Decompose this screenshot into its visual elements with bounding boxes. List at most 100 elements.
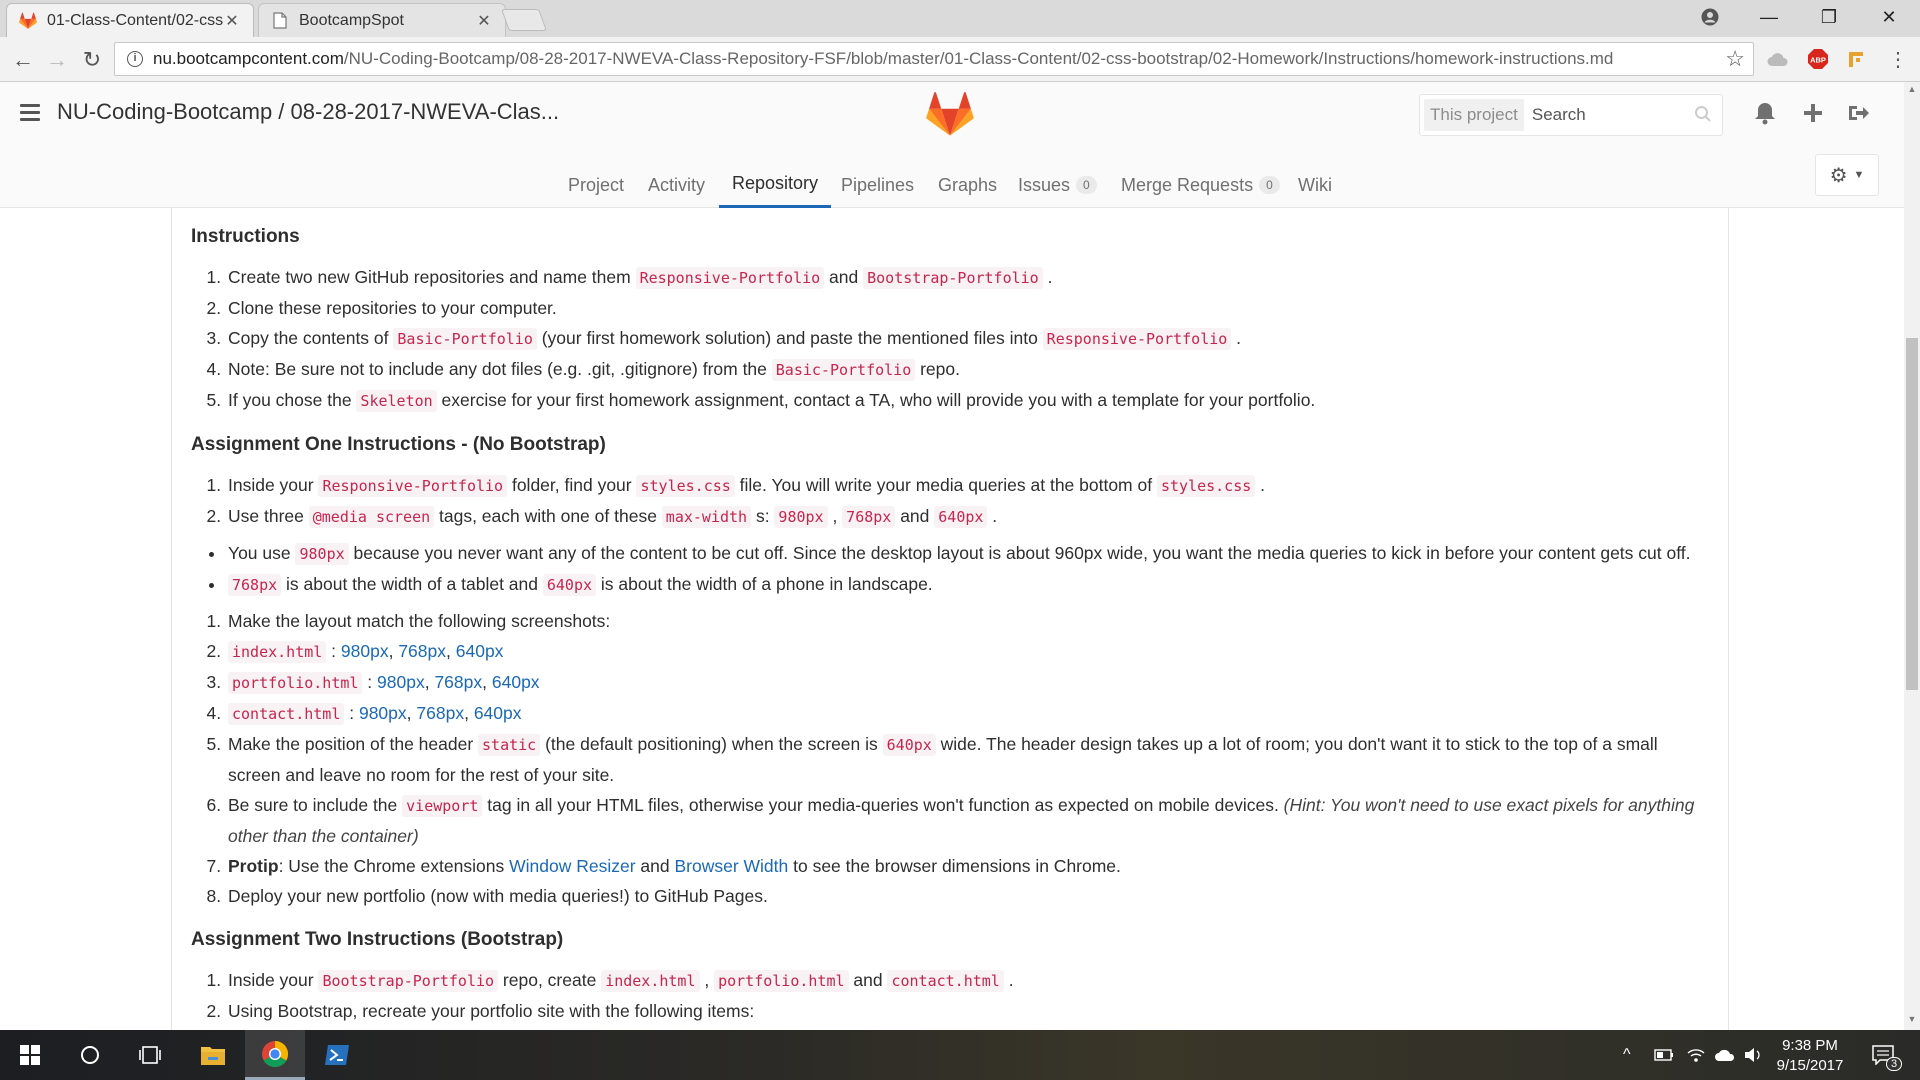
task-view-icon[interactable] (120, 1030, 180, 1080)
adblock-plus-icon[interactable]: ABP (1806, 47, 1830, 71)
link-window-resizer[interactable]: Window Resizer (509, 856, 635, 876)
nav-activity[interactable]: Activity (648, 162, 705, 208)
link-980px[interactable]: 980px (341, 641, 389, 661)
nav-merge-requests[interactable]: Merge Requests 0 (1121, 162, 1280, 208)
sign-out-icon[interactable] (1846, 100, 1872, 126)
taskbar-clock[interactable]: 9:38 PM 9/15/2017 (1760, 1036, 1860, 1076)
inline-code: static (478, 734, 541, 756)
nav-issues[interactable]: Issues 0 (1018, 162, 1097, 208)
page-icon (271, 12, 289, 30)
site-info-icon[interactable]: i (127, 51, 143, 67)
reload-icon[interactable]: ↻ (77, 45, 107, 75)
link-640px[interactable]: 640px (474, 703, 522, 723)
close-tab-icon[interactable]: ✕ (475, 11, 493, 31)
nav-wiki[interactable]: Wiki (1298, 162, 1332, 208)
link-640px[interactable]: 640px (456, 641, 504, 661)
browser-tab-bootcampspot[interactable]: BootcampSpot ✕ (258, 3, 506, 37)
show-hidden-icons-chevron-icon[interactable]: ^ (1623, 1030, 1631, 1080)
action-center-icon[interactable]: 3 (1872, 1030, 1903, 1080)
restore-window-button[interactable]: ❐ (1800, 0, 1858, 34)
gitlab-logo-icon[interactable] (926, 92, 974, 142)
nav-project[interactable]: Project (568, 162, 624, 208)
onedrive-cloud-icon[interactable] (1714, 1030, 1736, 1080)
list-item: Inside your Responsive-Portfolio folder,… (226, 470, 1711, 501)
windows-start-icon[interactable] (0, 1030, 60, 1080)
nav-issues-label: Issues (1018, 174, 1071, 195)
list-item: Protip: Use the Chrome extensions Window… (226, 851, 1711, 881)
instructions-list: Create two new GitHub repositories and n… (191, 262, 1711, 416)
chrome-menu-icon[interactable]: ⋮ (1886, 47, 1910, 71)
cortana-search-icon[interactable] (60, 1030, 120, 1080)
gear-icon: ⚙ (1829, 164, 1848, 187)
bookmark-extension-icon[interactable] (1844, 47, 1868, 71)
list-item: Use three @media screen tags, each with … (226, 501, 1711, 532)
inline-code: max-width (661, 506, 752, 528)
bookmark-star-icon[interactable]: ☆ (1725, 46, 1745, 72)
browser-tab-gitlab[interactable]: 01-Class-Content/02-css ✕ (6, 3, 254, 37)
profile-icon[interactable] (1681, 0, 1739, 34)
inline-code: 980px (295, 543, 349, 565)
link-768px[interactable]: 768px (416, 703, 464, 723)
inline-code: Bootstrap-Portfolio (863, 267, 1043, 289)
list-item: Copy the contents of Basic-Portfolio (yo… (226, 323, 1711, 354)
markdown-body: Instructions Create two new GitHub repos… (191, 208, 1711, 1030)
forward-arrow-icon[interactable]: → (42, 45, 72, 75)
link-768px[interactable]: 768px (434, 672, 482, 692)
gitlab-header: NU-Coding-Bootcamp / 08-28-2017-NWEVA-Cl… (0, 82, 1904, 208)
chrome-taskbar-icon[interactable] (245, 1030, 305, 1080)
battery-icon[interactable] (1654, 1030, 1674, 1080)
powershell-icon[interactable] (307, 1030, 367, 1080)
close-window-button[interactable]: ✕ (1860, 0, 1918, 34)
close-tab-icon[interactable]: ✕ (223, 11, 241, 31)
project-nav: Project Activity Repository Pipelines Gr… (0, 162, 1904, 208)
list-item: Clone these repositories to your compute… (226, 293, 1711, 323)
project-title[interactable]: NU-Coding-Bootcamp / 08-28-2017-NWEVA-Cl… (57, 99, 559, 125)
inline-code: Responsive-Portfolio (318, 475, 508, 497)
list-item: You use 980px because you never want any… (226, 538, 1711, 569)
list-item: 768px is about the width of a tablet and… (226, 569, 1711, 600)
inline-code: 980px (774, 506, 828, 528)
assignment-two-list: Inside your Bootstrap-Portfolio repo, cr… (191, 965, 1711, 1026)
url-path: /NU-Coding-Bootcamp/08-28-2017-NWEVA-Cla… (343, 49, 1614, 68)
browser-tab-strip: 01-Class-Content/02-css ✕ BootcampSpot ✕… (0, 0, 1920, 37)
wifi-icon[interactable] (1686, 1030, 1706, 1080)
nav-merge-requests-label: Merge Requests (1121, 174, 1254, 195)
search-scope-badge: This project (1424, 99, 1524, 131)
svg-text:ABP: ABP (1810, 56, 1826, 65)
minimize-window-button[interactable]: — (1740, 0, 1798, 34)
search-input[interactable]: This project Search (1419, 94, 1723, 136)
link-980px[interactable]: 980px (377, 672, 425, 692)
back-arrow-icon[interactable]: ← (8, 45, 38, 75)
hamburger-menu-icon[interactable] (20, 104, 40, 124)
cloud-extension-icon[interactable] (1766, 47, 1790, 71)
address-bar[interactable]: i nu.bootcampcontent.com /NU-Coding-Boot… (114, 42, 1754, 76)
file-explorer-icon[interactable] (183, 1030, 243, 1080)
inline-code: 640px (882, 734, 936, 756)
inline-code: 768px (842, 506, 896, 528)
link-768px[interactable]: 768px (398, 641, 446, 661)
search-placeholder: Search (1531, 105, 1586, 124)
scrollbar-thumb[interactable] (1906, 338, 1918, 690)
new-tab-button[interactable] (500, 9, 548, 31)
list-item: Deploy your new portfolio (now with medi… (226, 881, 1711, 911)
scroll-down-arrow-icon[interactable]: ▼ (1904, 1014, 1920, 1028)
inline-code: portfolio.html (228, 672, 363, 694)
layout-list: Make the layout match the following scre… (191, 606, 1711, 911)
nav-repository[interactable]: Repository (719, 162, 832, 208)
list-item: portfolio.html : 980px, 768px, 640px (226, 667, 1711, 698)
inline-code: Bootstrap-Portfolio (318, 970, 499, 992)
list-item: Make the layout match the following scre… (226, 606, 1711, 636)
link-browser-width[interactable]: Browser Width (674, 856, 788, 876)
nav-pipelines[interactable]: Pipelines (841, 162, 914, 208)
inline-code: 640px (934, 506, 988, 528)
inline-code: 640px (542, 574, 597, 596)
inline-code: viewport (402, 795, 483, 817)
nav-graphs[interactable]: Graphs (938, 162, 997, 208)
settings-dropdown-button[interactable]: ⚙ ▼ (1815, 154, 1879, 196)
link-980px[interactable]: 980px (359, 703, 407, 723)
notifications-bell-icon[interactable] (1752, 100, 1778, 126)
scroll-up-arrow-icon[interactable]: ▲ (1904, 84, 1920, 98)
plus-icon[interactable] (1800, 100, 1826, 126)
list-item: Note: Be sure not to include any dot fil… (226, 354, 1711, 385)
link-640px[interactable]: 640px (492, 672, 540, 692)
